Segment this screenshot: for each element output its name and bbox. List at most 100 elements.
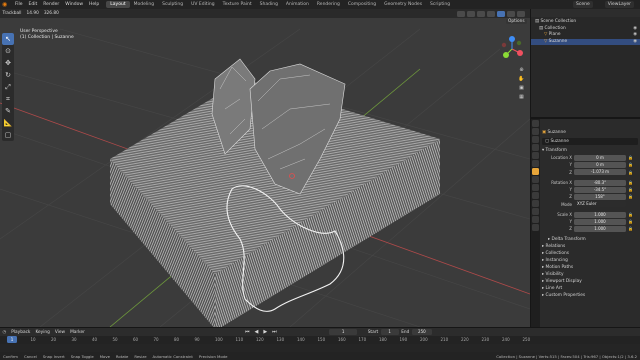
options-dropdown[interactable]: Options [506, 19, 527, 24]
measure-tool-icon[interactable]: 📐 [2, 117, 14, 129]
location-z-field[interactable]: -1.073 m [574, 169, 626, 176]
tab-modifier-icon[interactable] [532, 176, 539, 183]
tab-geometry-nodes[interactable]: Geometry Nodes [380, 1, 426, 8]
overlay-toggle-button[interactable] [477, 10, 485, 17]
scale-x-field[interactable]: 1.000 [574, 211, 626, 218]
delta-transform-section[interactable]: ▸ Delta Transform [542, 236, 638, 243]
tab-tool-icon[interactable] [532, 120, 539, 127]
lock-icon[interactable]: 🔒 [628, 155, 633, 160]
tab-data-icon[interactable] [532, 208, 539, 215]
tab-compositing[interactable]: Compositing [344, 1, 380, 8]
timeline-ruler[interactable]: 1102030405060708090100110120130140150160… [0, 336, 640, 344]
annotate-tool-icon[interactable]: ✎ [2, 105, 14, 117]
viewport-display-section[interactable]: ▸ Viewport Display [542, 278, 638, 285]
tab-scripting[interactable]: Scripting [426, 1, 454, 8]
motion-paths-section[interactable]: ▸ Motion Paths [542, 264, 638, 271]
tab-physics-icon[interactable] [532, 192, 539, 199]
shading-solid-button[interactable] [497, 10, 505, 17]
lock-icon[interactable]: 🔒 [628, 170, 633, 175]
menu-render[interactable]: Render [40, 0, 62, 9]
instancing-section[interactable]: ▸ Instancing [542, 257, 638, 264]
grid-icon[interactable]: ▦ [517, 92, 526, 101]
tab-constraints-icon[interactable] [532, 200, 539, 207]
eye-icon[interactable]: ◉ [633, 39, 637, 46]
3d-viewport[interactable]: Trackball 14.90 326.80 User Perspective … [0, 9, 530, 327]
lock-icon[interactable]: 🔒 [628, 212, 633, 217]
pan-hand-icon[interactable]: ✋ [517, 74, 526, 83]
select-tool-icon[interactable]: ↖ [2, 33, 14, 45]
navigation-gizmo[interactable] [498, 35, 526, 63]
tab-shading[interactable]: Shading [256, 1, 282, 8]
xray-button[interactable] [487, 10, 495, 17]
tab-world-icon[interactable] [532, 160, 539, 167]
add-cube-tool-icon[interactable]: ▢ [2, 129, 14, 141]
rotation-x-field[interactable]: -80.3° [574, 179, 626, 186]
timeline-tick-label: 40 [92, 337, 98, 342]
gizmo-toggle-button[interactable] [467, 10, 475, 17]
lock-icon[interactable]: 🔒 [628, 226, 633, 231]
rotate-tool-icon[interactable]: ↻ [2, 69, 14, 81]
menu-edit[interactable]: Edit [26, 0, 41, 9]
viewport-scene [0, 28, 530, 327]
timeline-tick-label: 60 [133, 337, 139, 342]
menu-window[interactable]: Window [62, 0, 86, 9]
scale-tool-icon[interactable]: ⤢ [2, 81, 14, 93]
move-tool-icon[interactable]: ✥ [2, 57, 14, 69]
menu-help[interactable]: Help [86, 0, 102, 9]
lock-icon[interactable]: 🔒 [628, 180, 633, 185]
tab-uv-editing[interactable]: UV Editing [187, 1, 218, 8]
blender-logo-icon[interactable]: ◉ [2, 1, 10, 8]
lock-icon[interactable]: 🔒 [628, 187, 633, 192]
location-y-field[interactable]: 0 m [574, 161, 626, 168]
transform-tool-icon[interactable]: ⌗ [2, 93, 14, 105]
visibility-section[interactable]: ▸ Visibility [542, 271, 638, 278]
tab-object-icon[interactable] [532, 168, 539, 175]
shading-material-button[interactable] [507, 10, 515, 17]
location-x-field[interactable]: 0 m [574, 154, 626, 161]
collections-section[interactable]: ▸ Collections [542, 250, 638, 257]
lock-icon[interactable]: 🔒 [628, 162, 633, 167]
camera-view-icon[interactable]: ▣ [517, 83, 526, 92]
shading-rendered-button[interactable] [517, 10, 525, 17]
rotation-mode-dropdown[interactable]: XYZ Euler [574, 201, 626, 207]
object-name-field[interactable]: ▢ Suzanne [542, 138, 638, 145]
playhead[interactable]: 1 [7, 336, 17, 343]
rotation-z-field[interactable]: 158° [574, 193, 626, 200]
operator-value-1: 14.90 [26, 11, 39, 16]
relations-section[interactable]: ▸ Relations [542, 243, 638, 250]
lock-icon[interactable]: 🔒 [628, 219, 633, 224]
tab-view-layer-icon[interactable] [532, 144, 539, 151]
custom-properties-section[interactable]: ▸ Custom Properties [542, 292, 638, 299]
current-frame-field[interactable]: 1 [329, 329, 358, 335]
tab-texture-paint[interactable]: Texture Paint [219, 1, 256, 8]
cursor-tool-icon[interactable]: ⊙ [2, 45, 14, 57]
tab-render-icon[interactable] [532, 128, 539, 135]
timeline-tick-label: 80 [174, 337, 180, 342]
zoom-icon[interactable]: ⊕ [517, 65, 526, 74]
tab-layout[interactable]: Layout [106, 1, 130, 8]
scale-z-field[interactable]: 1.000 [574, 225, 626, 232]
tab-animation[interactable]: Animation [282, 1, 313, 8]
rotation-y-field[interactable]: -34.5° [574, 186, 626, 193]
tab-rendering[interactable]: Rendering [313, 1, 344, 8]
tab-modeling[interactable]: Modeling [130, 1, 158, 8]
tab-particles-icon[interactable] [532, 184, 539, 191]
axis-gizmo-icon[interactable] [498, 35, 526, 63]
scale-y-field[interactable]: 1.000 [574, 218, 626, 225]
tab-material-icon[interactable] [532, 216, 539, 223]
start-frame-field[interactable]: 1 [380, 329, 399, 335]
visibility-button[interactable] [457, 10, 465, 17]
end-frame-field[interactable]: 250 [411, 329, 432, 335]
view-layer-selector[interactable]: ViewLayer [604, 1, 634, 8]
menu-file[interactable]: File [12, 0, 26, 9]
line-art-section[interactable]: ▸ Line Art [542, 285, 638, 292]
tab-output-icon[interactable] [532, 136, 539, 143]
scene-selector[interactable]: Scene [573, 1, 593, 8]
transform-section-header[interactable]: ▾ Transform [542, 147, 638, 154]
tab-scene-icon[interactable] [532, 152, 539, 159]
tab-texture-icon[interactable] [532, 224, 539, 231]
tab-sculpting[interactable]: Sculpting [158, 1, 187, 8]
status-snap-invert: Snap Invert [42, 353, 65, 359]
lock-icon[interactable]: 🔒 [628, 194, 633, 199]
outliner-row-suzanne[interactable]: ▽ Suzanne ◉ [531, 38, 640, 46]
